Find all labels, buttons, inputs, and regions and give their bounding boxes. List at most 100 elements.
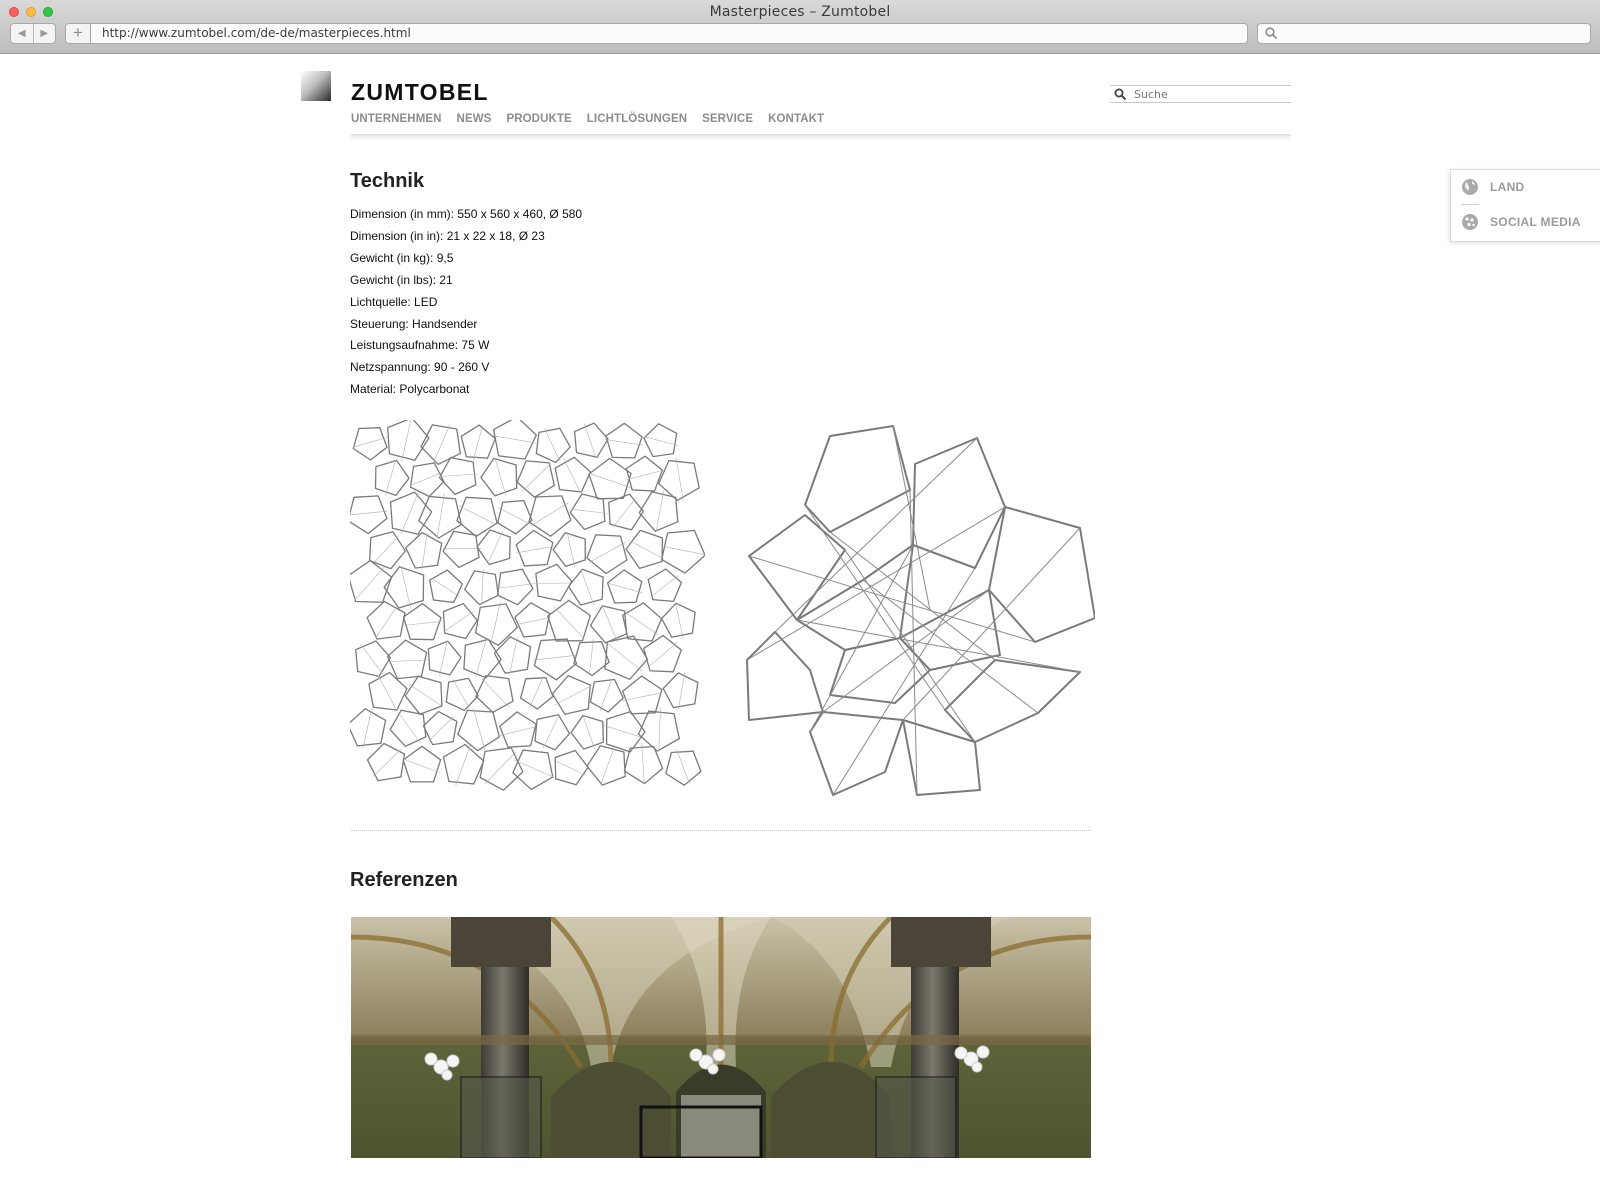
drawing-facet xyxy=(660,602,696,638)
logo-mark[interactable] xyxy=(301,71,331,101)
drawing-edge xyxy=(675,457,684,501)
nav-item-unternehmen[interactable]: UNTERNEHMEN xyxy=(351,113,442,125)
drawing-facet xyxy=(554,456,592,493)
drawing-facet xyxy=(480,457,518,497)
side-panel-divider xyxy=(1461,204,1479,205)
drawing-facet xyxy=(389,491,433,536)
drawing-edge xyxy=(584,423,597,458)
drawing-facet xyxy=(586,534,628,575)
drawing-facet xyxy=(512,749,554,791)
window-title: Masterpieces – Zumtobel xyxy=(709,4,891,20)
drawing-facet xyxy=(350,495,388,535)
drawing-edge xyxy=(532,654,578,661)
drawing-facet xyxy=(551,674,591,716)
drawing-edge xyxy=(606,642,643,672)
drawing-edge xyxy=(624,611,659,636)
referenzen-heading: Referenzen xyxy=(350,869,458,891)
social-media-selector[interactable]: SOCIAL MEDIA xyxy=(1461,213,1581,231)
drawing-facet xyxy=(515,529,554,567)
drawing-edge xyxy=(372,749,402,777)
drawing-facet xyxy=(662,672,699,709)
technical-drawing-side xyxy=(746,425,1095,796)
nav-item-produkte[interactable]: PRODUKTE xyxy=(506,113,571,125)
land-selector[interactable]: LAND xyxy=(1461,178,1525,196)
history-buttons: ◀ ▶ xyxy=(10,23,56,44)
drawing-facet xyxy=(519,677,554,710)
drawing-facet xyxy=(625,455,664,492)
search-icon xyxy=(1114,88,1127,101)
drawing-edge xyxy=(658,708,661,752)
drawing-edge xyxy=(628,539,664,560)
drawing-edge xyxy=(430,577,460,598)
drawing-edge xyxy=(563,458,581,493)
drawing-edge xyxy=(402,621,442,626)
nav-item-kontakt[interactable]: KONTAKT xyxy=(768,113,824,125)
add-bookmark-button[interactable]: + xyxy=(65,23,91,44)
drawing-edge xyxy=(442,548,482,550)
drawing-facet xyxy=(589,605,628,644)
drawing-edge xyxy=(481,678,510,708)
spec-power: Leistungsaufnahme: 75 W xyxy=(350,338,490,353)
drawing-facet xyxy=(573,641,610,677)
drawing-edge xyxy=(387,659,429,662)
drawing-facet xyxy=(387,420,430,461)
drawing-facet xyxy=(589,678,624,713)
forward-button[interactable]: ▶ xyxy=(32,24,56,43)
nav-item-news[interactable]: NEWS xyxy=(457,113,492,125)
drawing-facet xyxy=(476,529,511,566)
drawing-edge xyxy=(553,759,587,776)
header-divider xyxy=(351,134,1291,142)
drawing-edge xyxy=(650,575,679,598)
spec-material: Material: Polycarbonat xyxy=(350,382,470,397)
drawing-facet xyxy=(588,457,632,500)
drawing-edge xyxy=(542,714,560,749)
reference-photo[interactable] xyxy=(351,917,1091,1158)
address-bar[interactable]: http://www.zumtobel.com/de-de/masterpiec… xyxy=(91,23,1248,44)
drawing-edge xyxy=(494,458,507,496)
spec-weight-lbs: Gewicht (in lbs): 21 xyxy=(350,272,453,287)
drawing-facet xyxy=(355,640,392,678)
spec-dimension-mm: Dimension (in mm): 550 x 560 x 460, Ø 58… xyxy=(350,207,583,221)
back-button[interactable]: ◀ xyxy=(11,24,33,43)
drawing-facet xyxy=(573,422,609,459)
spec-control: Steuerung: Handsender xyxy=(350,316,478,331)
drawing-edge xyxy=(472,425,483,461)
drawing-edge xyxy=(481,568,484,605)
drawing-facet xyxy=(427,640,462,676)
drawing-edge xyxy=(409,471,443,486)
drawing-edge xyxy=(530,502,569,526)
drawing-edge xyxy=(514,617,551,626)
drawing-edge xyxy=(403,758,441,774)
drawing-edge xyxy=(436,493,445,538)
drawing-facet xyxy=(535,563,573,602)
drawing-edge xyxy=(377,674,397,711)
drawing-facet xyxy=(352,427,388,461)
drawing-facet xyxy=(366,600,406,640)
land-label: LAND xyxy=(1490,180,1525,194)
drawing-facet xyxy=(463,570,500,606)
logo-text[interactable]: ZUMTOBEL xyxy=(351,79,489,106)
drawing-facet xyxy=(586,744,626,786)
drawing-edge xyxy=(570,508,608,514)
nav-item-lichtloesungen[interactable]: LICHTLÖSUNGEN xyxy=(587,113,687,125)
drawing-facet xyxy=(389,709,427,748)
drawing-edge xyxy=(408,683,443,707)
drawing-edge xyxy=(605,439,643,446)
search-icon xyxy=(1265,27,1278,40)
drawing-edge xyxy=(509,636,518,675)
social-globe-icon xyxy=(1462,214,1478,230)
spec-light-source: Lichtquelle: LED xyxy=(350,294,438,309)
browser-search-field[interactable] xyxy=(1257,23,1591,44)
drawing-facet xyxy=(442,602,479,640)
drawing-facet xyxy=(366,742,406,782)
drawing-edge xyxy=(487,530,504,565)
drawing-edge xyxy=(360,644,384,675)
drawing-facet xyxy=(569,493,606,531)
drawing-edge xyxy=(612,497,637,528)
drawing-edge xyxy=(582,715,595,749)
drawing-edge xyxy=(400,492,419,535)
search-input[interactable] xyxy=(1134,86,1284,102)
drawing-edge xyxy=(490,601,501,645)
drawing-facet xyxy=(422,710,458,746)
nav-item-service[interactable]: SERVICE xyxy=(702,113,753,125)
